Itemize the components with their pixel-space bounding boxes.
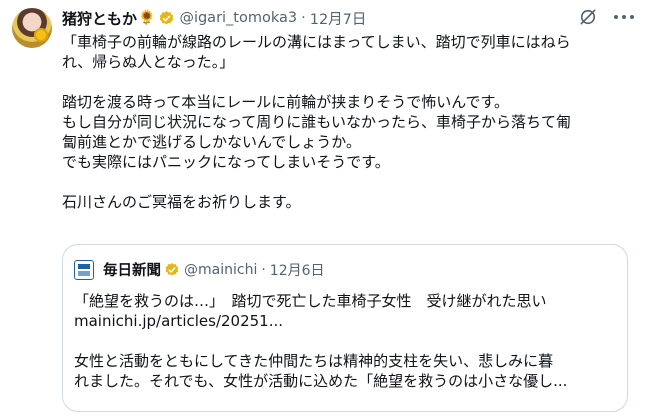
text-line: でも実際にはパニックになってしまいそうです。 [62, 153, 390, 171]
tweet-header: 猪狩ともか 🌻 @igari_tomoka3 · 12月7日 [62, 7, 366, 29]
quote-header: 毎日新聞 @mainichi · 12月6日 [74, 259, 325, 280]
text-line: 女性と活動をともにしてきた仲間たちは精神的支柱を失い、悲しみに暮 [74, 352, 554, 370]
grok-icon[interactable] [578, 7, 598, 27]
author-handle[interactable]: @igari_tomoka3 [179, 10, 297, 26]
quoted-tweet[interactable]: 毎日新聞 @mainichi · 12月6日 「絶望を救うのは…」 踏切で死亡し… [62, 244, 628, 412]
text-line: もし自分が同じ状況になって周りに誰もいなかったら、車椅子から落ちて匍 [62, 113, 571, 131]
verified-badge-icon [165, 262, 179, 276]
quote-date: 12月6日 [269, 262, 325, 279]
text-line: れました。それでも、女性が活動に込めた「絶望を救うのは小さな優し... [74, 372, 568, 390]
quote-avatar [74, 259, 94, 280]
text-line: れ、帰らぬ人となった。」 [62, 53, 235, 71]
quote-link: mainichi.jp/articles/20251... [74, 312, 284, 330]
text-line: 「車椅子の前輪が線路のレールの溝にはまってしまい、踏切で列車にはねら [62, 33, 571, 51]
sunflower-decoration [34, 28, 48, 42]
text-line: 石川さんのご冥福をお祈りします。 [62, 193, 301, 211]
separator-dot: · [261, 261, 266, 278]
verified-badge-icon[interactable] [158, 10, 175, 27]
text-line: 踏切を渡る時って本当にレールに前輪が挟まりそうで怖いんです。 [62, 93, 510, 111]
quote-author-handle: @mainichi [184, 261, 258, 278]
text-line: 「絶望を救うのは…」 踏切で死亡した車椅子女性 受け継がれた思い [74, 292, 547, 310]
more-icon[interactable] [614, 9, 634, 25]
quote-author-name: 毎日新聞 [103, 263, 161, 279]
sunflower-emoji: 🌻 [138, 10, 156, 26]
tweet-date[interactable]: 12月7日 [310, 8, 367, 29]
text-line: 匐前進とかで逃げるしかないんでしょうか。 [62, 133, 361, 151]
separator-dot: · [301, 10, 306, 26]
author-name[interactable]: 猪狩ともか [62, 8, 137, 29]
avatar[interactable] [12, 8, 52, 48]
tweet-text: 「車椅子の前輪が線路のレールの溝にはまってしまい、踏切で列車にはねら れ、帰らぬ… [62, 32, 642, 212]
quote-text: 「絶望を救うのは…」 踏切で死亡した車椅子女性 受け継がれた思い mainich… [74, 291, 619, 391]
